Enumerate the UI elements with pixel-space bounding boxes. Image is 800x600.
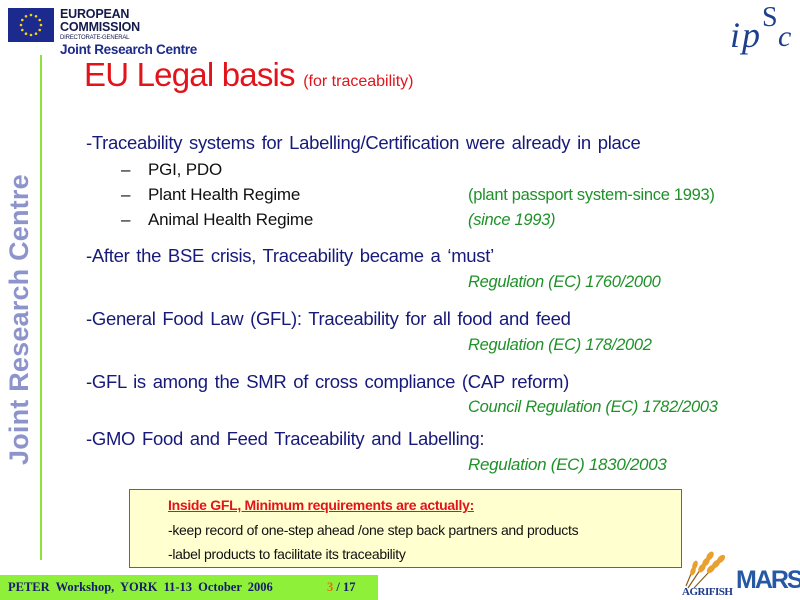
- dash-marker: –: [121, 210, 131, 229]
- page-separator: /: [333, 580, 343, 594]
- requirements-box: Inside GFL, Minimum requirements are act…: [129, 489, 682, 568]
- dash-marker: –: [121, 160, 131, 179]
- page-number: 3 / 17: [327, 580, 355, 595]
- sub-item-note: (since 1993): [468, 211, 556, 229]
- page-total: 17: [342, 580, 356, 594]
- sub-item-label: Plant Health Regime: [148, 185, 301, 204]
- ipsc-logo: i p S c: [730, 2, 796, 56]
- agrifish-logo: AGRIFISH: [682, 546, 734, 598]
- sub-item-note: (plant passport system-since 1993): [468, 186, 715, 204]
- requirements-heading: Inside GFL, Minimum requirements are act…: [168, 497, 474, 513]
- requirement-item: -keep record of one-step ahead /one step…: [168, 522, 579, 538]
- requirement-item: -label products to facilitate its tracea…: [168, 546, 406, 562]
- ipsc-letter: S: [762, 2, 778, 33]
- bullet-point: -General Food Law (GFL): Traceability fo…: [86, 308, 571, 329]
- european-commission-logo: EUROPEAN COMMISSION DIRECTORATE-GENERAL …: [8, 8, 198, 57]
- ipsc-letter: p: [742, 15, 760, 55]
- agrifish-label: AGRIFISH: [682, 586, 733, 598]
- ipsc-letter: i: [730, 15, 741, 55]
- mars-logo: MARS: [736, 566, 800, 594]
- ipsc-letter: c: [778, 20, 792, 53]
- slide-title-main: EU Legal basis: [84, 56, 296, 93]
- bullet-point: -After the BSE crisis, Traceability beca…: [86, 245, 494, 266]
- centre-name: Joint Research Centre: [60, 42, 197, 57]
- sub-item: – Animal Health Regime: [121, 210, 313, 230]
- regulation-reference: Regulation (EC) 1830/2003: [468, 455, 667, 474]
- slide-title: EU Legal basis (for traceability): [84, 56, 413, 94]
- eu-flag-icon: [8, 8, 54, 42]
- sub-item: – PGI, PDO: [121, 160, 222, 180]
- regulation-reference: Regulation (EC) 178/2002: [468, 336, 652, 354]
- footer-event: PETER Workshop, YORK 11-13 October 2006: [8, 580, 273, 594]
- sub-item-label: PGI, PDO: [148, 160, 222, 179]
- directorate-label: DIRECTORATE-GENERAL: [60, 35, 130, 41]
- bullet-point: -GFL is among the SMR of cross complianc…: [86, 371, 569, 392]
- bullet-point: -Traceability systems for Labelling/Cert…: [86, 132, 641, 153]
- sidebar-divider: [40, 55, 42, 560]
- regulation-reference: Regulation (EC) 1760/2000: [468, 273, 661, 291]
- sub-item: – Plant Health Regime: [121, 185, 300, 205]
- wheat-icon: [685, 551, 726, 589]
- bullet-point: -GMO Food and Feed Traceability and Labe…: [86, 428, 485, 449]
- org-name: EUROPEAN COMMISSION: [60, 7, 140, 34]
- ec-text-block: EUROPEAN COMMISSION DIRECTORATE-GENERAL …: [60, 7, 198, 58]
- sub-item-label: Animal Health Regime: [148, 210, 314, 229]
- dash-marker: –: [121, 185, 131, 204]
- sidebar-title: Joint Research Centre: [4, 174, 34, 465]
- regulation-reference: Council Regulation (EC) 1782/2003: [468, 398, 718, 416]
- slide-title-subtitle: (for traceability): [303, 73, 414, 90]
